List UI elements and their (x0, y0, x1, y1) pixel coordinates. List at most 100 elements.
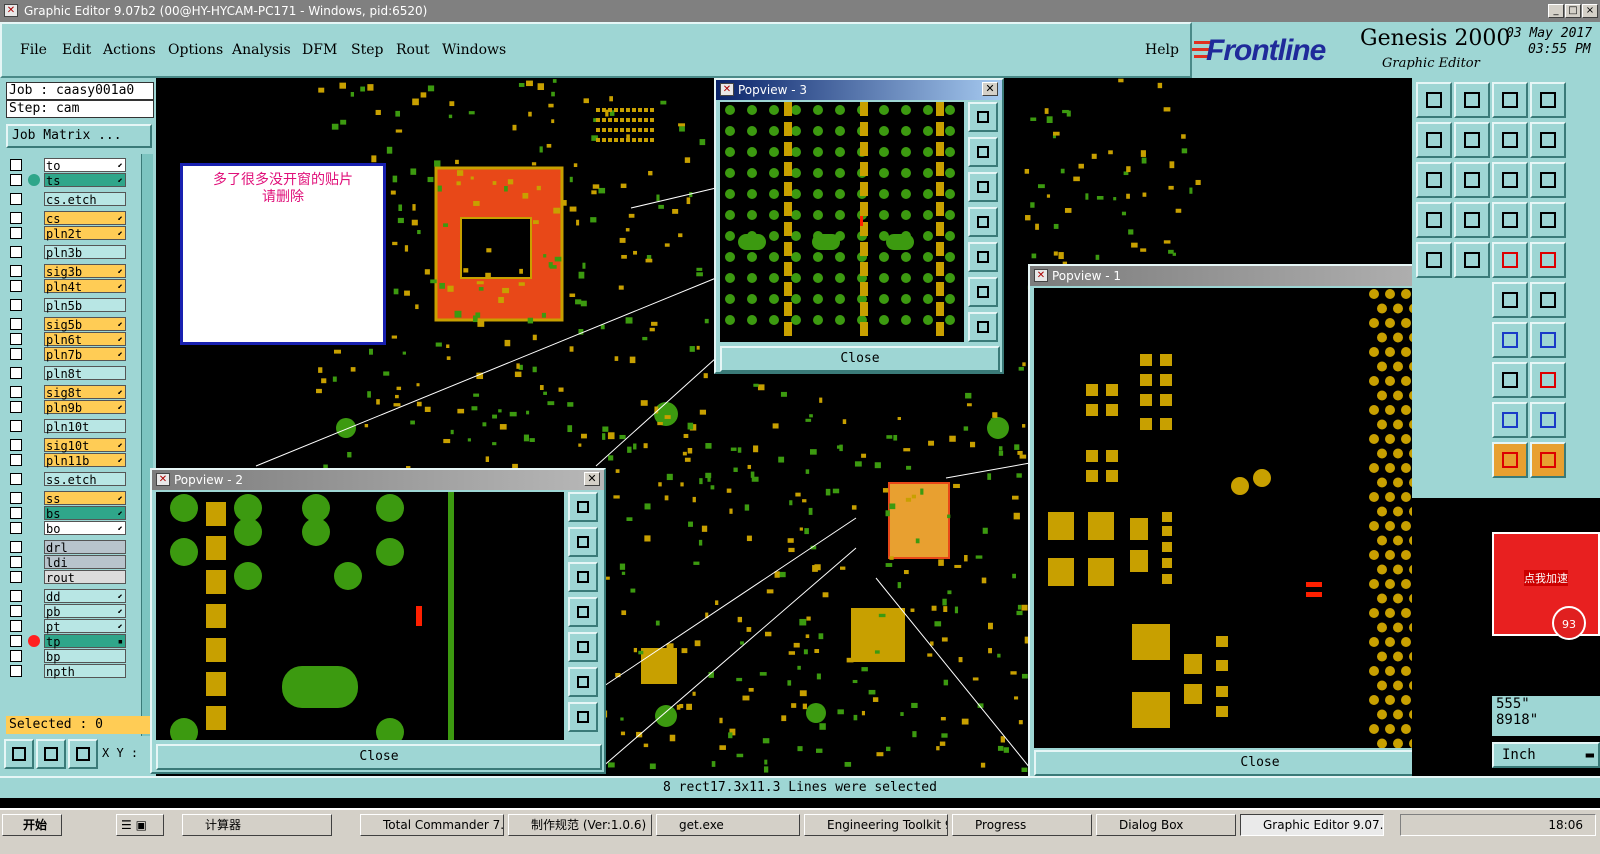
menu-windows[interactable]: Windows (442, 42, 506, 58)
toolbox-tool-icon[interactable] (1492, 162, 1528, 198)
layer-checkbox[interactable] (10, 280, 22, 292)
layer-name[interactable]: ss ⬋ (44, 491, 126, 506)
layer-row-pln3b[interactable]: pln3b (10, 245, 128, 260)
layer-checkbox[interactable] (10, 212, 22, 224)
toolbox-tool-icon[interactable] (1492, 442, 1528, 478)
layer-name[interactable]: pln3b (44, 245, 126, 260)
snap-tool-icon[interactable] (4, 739, 34, 769)
popview-tool-icon[interactable] (568, 667, 598, 697)
layer-checkbox[interactable] (10, 665, 22, 677)
layer-row-cs[interactable]: cs ⬋ (10, 211, 128, 226)
toolbox-tool-icon[interactable] (1530, 202, 1566, 238)
popview-3[interactable]: ✕ Popview - 3 ✕ Close (714, 78, 1004, 374)
task-dialog-box[interactable]: Dialog Box (1096, 814, 1236, 836)
job-matrix-button[interactable]: Job Matrix ... (6, 124, 152, 148)
layer-row-pln7b[interactable]: pln7b ⬋ (10, 347, 128, 362)
layer-row-ts[interactable]: ts ⬋ (10, 173, 128, 188)
popview-tool-icon[interactable] (968, 312, 998, 342)
ad-banner[interactable]: 点我加速 93 (1492, 532, 1600, 640)
task-graphic-editor[interactable]: Graphic Editor 9.07... (1240, 814, 1384, 836)
toolbox-tool-icon[interactable] (1530, 162, 1566, 198)
layer-name[interactable]: npth (44, 664, 126, 679)
layer-row-sig8t[interactable]: sig8t ⬋ (10, 385, 128, 400)
popview-2-close-x[interactable]: ✕ (584, 472, 600, 486)
layer-row-pln11b[interactable]: pln11b ⬋ (10, 453, 128, 468)
toolbox-tool-icon[interactable] (1492, 282, 1528, 318)
layer-row-bp[interactable]: bp (10, 649, 128, 664)
popview-3-close-button[interactable]: Close (720, 346, 1000, 372)
menu-help[interactable]: Help (1145, 42, 1179, 58)
menu-file[interactable]: File (20, 42, 47, 58)
toolbox-tool-icon[interactable] (1416, 82, 1452, 118)
layer-row-sig10t[interactable]: sig10t ⬋ (10, 438, 128, 453)
layer-name[interactable]: ts ⬋ (44, 173, 126, 188)
toolbox-tool-icon[interactable] (1492, 202, 1528, 238)
grid-tool-icon[interactable] (68, 739, 98, 769)
popview-2-view[interactable] (156, 492, 564, 740)
layer-checkbox[interactable] (10, 635, 22, 647)
menu-rout[interactable]: Rout (396, 42, 430, 58)
layer-row-bs[interactable]: bs ⬋ (10, 506, 128, 521)
layer-checkbox[interactable] (10, 605, 22, 617)
toolbox-tool-icon[interactable] (1492, 82, 1528, 118)
toolbox-tool-icon[interactable] (1530, 242, 1566, 278)
popview-tool-icon[interactable] (968, 207, 998, 237)
popview-2[interactable]: ✕ Popview - 2 ✕ Close (150, 468, 606, 774)
layer-checkbox[interactable] (10, 454, 22, 466)
layer-row-pln6t[interactable]: pln6t ⬋ (10, 332, 128, 347)
layer-row-pln2t[interactable]: pln2t ⬋ (10, 226, 128, 241)
minimize-button[interactable]: _ (1548, 4, 1564, 18)
popview-tool-icon[interactable] (968, 102, 998, 132)
popview-tool-icon[interactable] (568, 632, 598, 662)
layer-checkbox[interactable] (10, 650, 22, 662)
toolbox-tool-icon[interactable] (1416, 122, 1452, 158)
layer-checkbox[interactable] (10, 473, 22, 485)
popview-tool-icon[interactable] (568, 527, 598, 557)
toolbox-tool-icon[interactable] (1454, 82, 1490, 118)
layer-row-bo[interactable]: bo ⬋ (10, 521, 128, 536)
layer-name[interactable]: ldi (44, 555, 126, 570)
toolbox-tool-icon[interactable] (1454, 162, 1490, 198)
popview-3-titlebar[interactable]: ✕ Popview - 3 ✕ (716, 80, 1002, 100)
layer-checkbox[interactable] (10, 174, 22, 186)
layer-row-dd[interactable]: dd ⬋ (10, 589, 128, 604)
task-engineering-toolkit[interactable]: Engineering Toolkit 9.... (804, 814, 948, 836)
layer-row-sig5b[interactable]: sig5b ⬋ (10, 317, 128, 332)
layer-checkbox[interactable] (10, 492, 22, 504)
layer-name[interactable]: pln2t ⬋ (44, 226, 126, 241)
toolbox-tool-icon[interactable] (1416, 202, 1452, 238)
layer-row-rout[interactable]: rout (10, 570, 128, 585)
layer-checkbox[interactable] (10, 420, 22, 432)
toolbox-tool-icon[interactable] (1454, 242, 1490, 278)
task-spec[interactable]: 制作规范 (Ver:1.0.6) (508, 814, 652, 836)
layer-name[interactable]: to ⬋ (44, 158, 126, 173)
layer-checkbox[interactable] (10, 386, 22, 398)
menu-dfm[interactable]: DFM (302, 42, 337, 58)
layer-checkbox[interactable] (10, 590, 22, 602)
popview-tool-icon[interactable] (568, 492, 598, 522)
popview-3-close-x[interactable]: ✕ (982, 82, 998, 96)
task-total-commander[interactable]: Total Commander 7.0 ... (360, 814, 504, 836)
layer-checkbox[interactable] (10, 571, 22, 583)
layer-row-pln5b[interactable]: pln5b (10, 298, 128, 313)
layer-row-tp[interactable]: tp ▪ (10, 634, 128, 649)
layer-name[interactable]: sig8t ⬋ (44, 385, 126, 400)
layer-checkbox[interactable] (10, 265, 22, 277)
layer-name[interactable]: pb ⬋ (44, 604, 126, 619)
layer-checkbox[interactable] (10, 333, 22, 345)
layer-name[interactable]: pln11b ⬋ (44, 453, 126, 468)
layer-name[interactable]: sig5b ⬋ (44, 317, 126, 332)
toolbox-tool-icon[interactable] (1492, 322, 1528, 358)
layer-name[interactable]: bo ⬋ (44, 521, 126, 536)
toolbox-tool-icon[interactable] (1454, 122, 1490, 158)
layer-checkbox[interactable] (10, 299, 22, 311)
popview-2-close-button[interactable]: Close (156, 744, 602, 770)
layer-checkbox[interactable] (10, 507, 22, 519)
layer-checkbox[interactable] (10, 318, 22, 330)
layer-row-drl[interactable]: drl (10, 540, 128, 555)
toolbox-tool-icon[interactable] (1492, 242, 1528, 278)
layer-name[interactable]: bp (44, 649, 126, 664)
popview-tool-icon[interactable] (968, 242, 998, 272)
layer-checkbox[interactable] (10, 367, 22, 379)
layer-row-ss[interactable]: ss ⬋ (10, 491, 128, 506)
